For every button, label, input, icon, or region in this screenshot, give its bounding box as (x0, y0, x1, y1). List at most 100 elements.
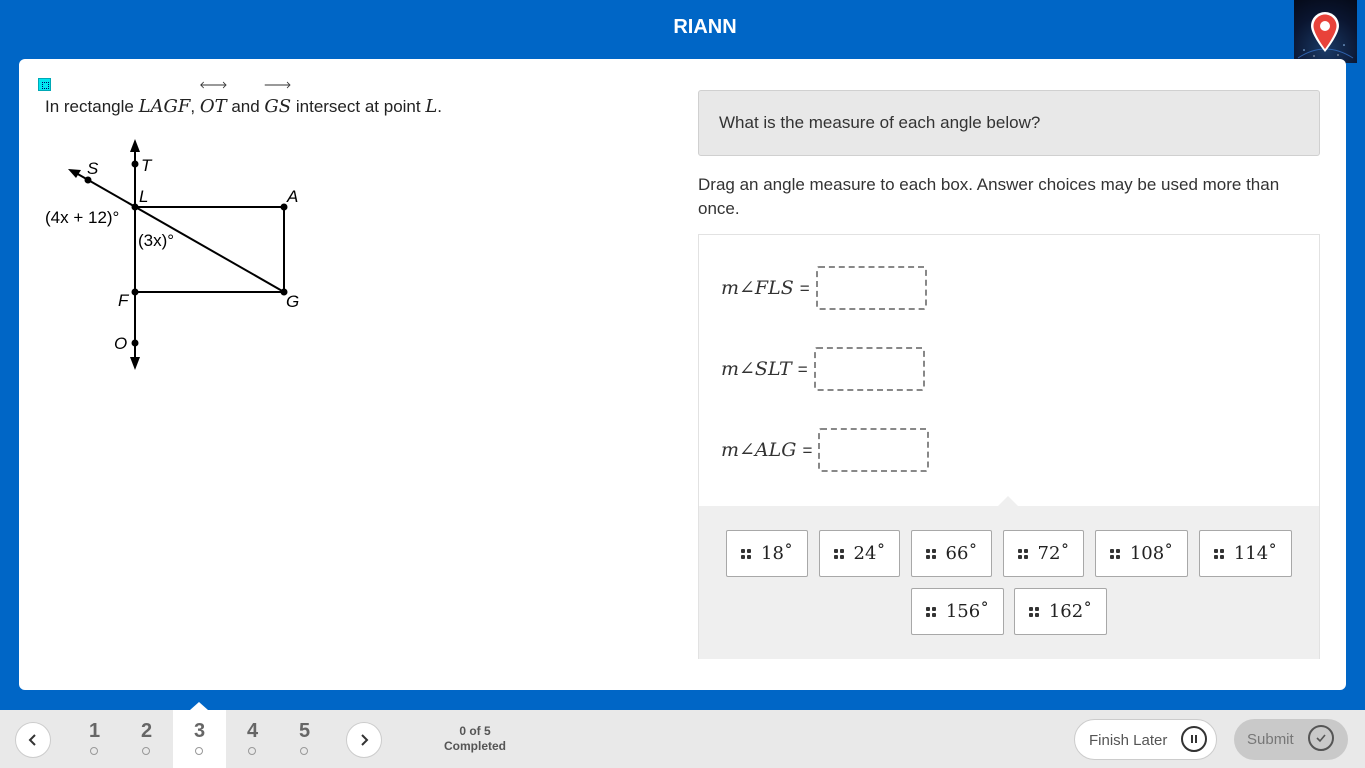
stem-period: . (437, 97, 443, 116)
drop-box-slt[interactable] (813, 347, 925, 391)
question-number: 5 (298, 720, 311, 742)
label-f: F (118, 291, 130, 310)
eq-sign: = (797, 360, 808, 379)
drop-box-fls[interactable] (815, 266, 927, 310)
previous-question-button[interactable] (15, 722, 51, 758)
point-l: L (425, 96, 438, 117)
prompt-text: What is the measure of each angle below? (719, 113, 1041, 132)
drag-handle-icon (741, 548, 752, 559)
choice-value: 66˚ (945, 543, 978, 564)
choice-value: 156˚ (945, 601, 990, 622)
drag-handle-icon (833, 548, 844, 559)
choice-chip-24[interactable]: 24˚ (819, 530, 900, 577)
next-question-button[interactable] (346, 722, 382, 758)
choice-chip-66[interactable]: 66˚ (911, 530, 992, 577)
map-pin-icon (1294, 0, 1357, 63)
status-dot (195, 747, 203, 755)
app-title: RIANN (673, 16, 737, 38)
arrowhead-up-icon (130, 139, 140, 152)
drag-handle-icon (1109, 548, 1120, 559)
question-stem: In rectangle LAGF, OT and GS intersect a… (45, 81, 443, 117)
tray-notch (997, 496, 1019, 507)
ray-gs-label: GS (264, 96, 292, 117)
label-o: O (114, 334, 127, 353)
equation-label-alg: m∠ALG = (721, 439, 818, 461)
question-number: 4 (246, 720, 259, 742)
question-nav-4[interactable]: 4 (226, 710, 279, 768)
choice-value: 18˚ (761, 543, 793, 564)
choice-value: 72˚ (1037, 543, 1070, 564)
drop-box-alg[interactable] (818, 428, 930, 472)
drag-handle-icon (925, 548, 936, 559)
drag-handle-icon (1017, 548, 1028, 559)
progress-count: 0 of 5 (459, 724, 491, 738)
point-t-dot (131, 160, 139, 168)
ray-gs: GS (264, 81, 292, 117)
question-nav-3[interactable]: 3 (173, 702, 226, 768)
chevron-left-icon (28, 734, 36, 746)
label-l: L (139, 187, 148, 206)
status-dot (248, 747, 256, 755)
label-a: A (286, 187, 298, 206)
pause-icon (1181, 726, 1207, 752)
bottom-nav-bar: 1 2 3 4 5 0 of 5 Completed Finish Later … (0, 702, 1365, 768)
arrowhead-ray-icon (68, 169, 81, 178)
label-t: T (141, 156, 153, 175)
point-f-dot (131, 288, 139, 296)
choice-tray: 18˚ 24˚ 66˚ 72˚ 108˚ 114˚ 156˚ 162˚ (699, 496, 1319, 659)
choice-chip-114[interactable]: 114˚ (1199, 530, 1292, 577)
ray-gs-drawing (75, 172, 285, 293)
point-l-dot (131, 203, 139, 211)
eq-sign: = (799, 279, 810, 298)
status-dot (142, 747, 150, 755)
chevron-right-icon (361, 734, 369, 746)
label-g: G (286, 292, 299, 311)
question-number: 1 (88, 720, 101, 742)
drag-handle-icon (925, 606, 936, 617)
equation-label-fls: m∠FLS = (721, 277, 816, 299)
angle-label-3x: (3x)° (138, 231, 174, 250)
point-o-dot (131, 339, 139, 347)
choice-chip-72[interactable]: 72˚ (1003, 530, 1084, 577)
label-s: S (87, 159, 99, 178)
choice-chip-156[interactable]: 156˚ (911, 588, 1004, 635)
finish-later-button[interactable]: Finish Later (1074, 719, 1217, 760)
stem-prefix: In rectangle (45, 97, 139, 116)
stem-comma: , (190, 97, 200, 116)
line-ot-label: OT (199, 96, 227, 117)
equation-label-slt: m∠SLT = (721, 358, 814, 380)
submit-button[interactable]: Submit (1234, 719, 1348, 760)
choice-value: 108˚ (1129, 543, 1174, 564)
equation-row-alg: m∠ALG = (721, 428, 930, 472)
ray-arrow-icon (265, 81, 292, 89)
instructions: Drag an angle measure to each box. Answe… (698, 175, 1280, 218)
choice-chip-108[interactable]: 108˚ (1095, 530, 1188, 577)
choice-value: 162˚ (1048, 601, 1093, 622)
geometry-figure: S T L A F G O (4x + 12)° (3x)° (45, 139, 299, 370)
choice-value: 24˚ (853, 543, 886, 564)
question-nav-1[interactable]: 1 (68, 710, 121, 768)
eq-label-text: m∠SLT (721, 358, 792, 380)
answer-panel: m∠FLS = m∠SLT = m∠ALG = 18˚ 24˚ 66˚ 72˚ 108… (698, 234, 1320, 659)
stem-and: and (226, 97, 265, 116)
bookmark-flag-icon[interactable] (38, 78, 51, 91)
status-dot (90, 747, 98, 755)
submit-label: Submit (1247, 731, 1294, 748)
choice-chip-18[interactable]: 18˚ (726, 530, 808, 577)
line-arrow-icon (199, 81, 227, 89)
question-nav-5[interactable]: 5 (278, 710, 331, 768)
stem-suffix: intersect at point (291, 97, 426, 116)
checkmark-icon (1308, 725, 1334, 751)
equation-row-fls: m∠FLS = (721, 266, 927, 310)
eq-label-text: m∠FLS (721, 277, 794, 299)
drag-handle-icon (1028, 606, 1039, 617)
question-nav-2[interactable]: 2 (120, 710, 173, 768)
finish-later-label: Finish Later (1089, 732, 1168, 749)
choice-chip-162[interactable]: 162˚ (1014, 588, 1107, 635)
angle-label-4x: (4x + 12)° (45, 208, 119, 227)
status-dot (300, 747, 308, 755)
progress-label: Completed (443, 739, 506, 753)
drag-handle-icon (1213, 548, 1224, 559)
progress-status: 0 of 5 Completed (430, 724, 520, 754)
prompt-box: What is the measure of each angle below? (698, 90, 1320, 156)
